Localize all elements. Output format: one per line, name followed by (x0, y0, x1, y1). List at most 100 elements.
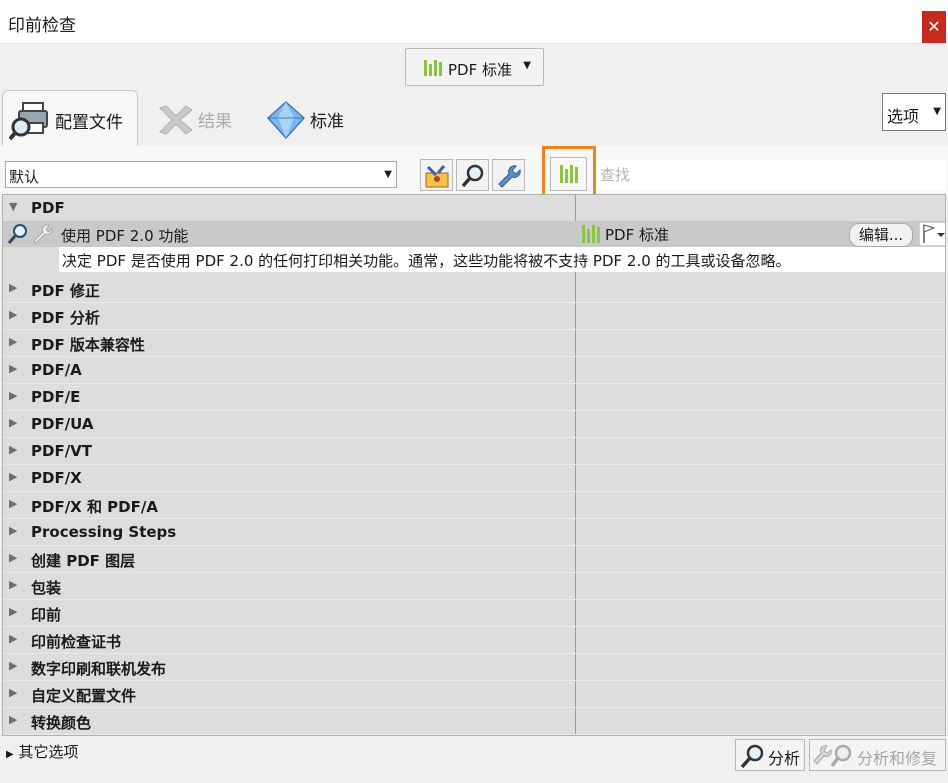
collapsed-triangle-icon[interactable]: ▶ (6, 749, 14, 760)
magnifier-icon (740, 744, 764, 769)
collapsed-triangle-icon[interactable]: ▶ (9, 281, 17, 294)
tree-group-label: 印前检查证书 (31, 633, 122, 651)
more-options-toggle[interactable]: ▶ 其它选项 (6, 741, 79, 762)
check-magnifier-icon (7, 224, 27, 244)
tree-group[interactable]: ▶ 转换颜色 (3, 708, 945, 735)
selected-check-row[interactable]: 使用 PDF 2.0 功能 PDF 标准 编辑... (3, 221, 945, 247)
more-options-label: 其它选项 (18, 743, 79, 761)
tree-group-label: PDF/A (31, 361, 82, 379)
tree-group[interactable]: ▶ PDF/X 和 PDF/A (3, 492, 945, 519)
tree-group-label: 创建 PDF 图层 (31, 552, 136, 570)
collapsed-triangle-icon[interactable]: ▶ (9, 632, 17, 645)
tree-group-label: 包装 (31, 579, 62, 597)
tree-group[interactable]: ▶ PDF/E (3, 384, 945, 411)
bottom-bar: ▶ 其它选项 分析 分析和修复 (0, 736, 948, 783)
collapsed-triangle-icon[interactable]: ▶ (9, 578, 17, 591)
check-name: 使用 PDF 2.0 功能 (61, 227, 189, 245)
tab-strip: 配置文件 结果 标准 (0, 86, 948, 146)
analyze-label: 分析 (768, 749, 801, 768)
tab-profiles-label: 配置文件 (55, 113, 123, 133)
standard-bars-icon (582, 225, 600, 243)
check-standard: PDF 标准 (605, 226, 669, 244)
tree-group-label: PDF 版本兼容性 (31, 336, 145, 354)
collapsed-triangle-icon[interactable]: ▶ (9, 497, 17, 510)
wrench-icon (498, 165, 521, 188)
collapsed-triangle-icon[interactable]: ▶ (9, 308, 17, 321)
expanded-triangle-icon[interactable]: ▼ (9, 200, 17, 213)
tab-standards[interactable]: 标准 (262, 90, 362, 146)
tree-group-label: PDF 分析 (31, 309, 100, 327)
options-label: 选项 (887, 107, 920, 126)
close-button[interactable]: ✕ (922, 11, 946, 43)
tree-group-label: PDF/X 和 PDF/A (31, 498, 158, 516)
chevron-down-icon: ▼ (523, 60, 531, 71)
close-icon[interactable]: ✕ (927, 17, 940, 36)
properties-button[interactable] (492, 159, 525, 191)
collapsed-triangle-icon[interactable]: ▶ (9, 605, 17, 618)
window-title: 印前检查 (8, 16, 76, 36)
collapsed-triangle-icon[interactable]: ▶ (9, 362, 17, 375)
collapsed-triangle-icon[interactable]: ▶ (9, 470, 17, 483)
tree-group[interactable]: ▶ 印前检查证书 (3, 627, 945, 654)
tree-group-label: PDF 修正 (31, 282, 100, 300)
tree-group[interactable]: ▶ 创建 PDF 图层 (3, 546, 945, 573)
edit-button[interactable]: 编辑... (849, 223, 913, 247)
tab-results-label: 结果 (198, 112, 232, 132)
pdf-standards-bars-icon (424, 60, 442, 76)
fixups-button[interactable] (420, 159, 453, 191)
tree-group[interactable]: ▶ PDF 版本兼容性 (3, 330, 945, 357)
collapsed-triangle-icon[interactable]: ▶ (9, 389, 17, 402)
collapsed-triangle-icon[interactable]: ▶ (9, 713, 17, 726)
collapsed-triangle-icon[interactable]: ▶ (9, 524, 17, 537)
results-icon (159, 105, 193, 135)
collapsed-triangle-icon[interactable]: ▶ (9, 335, 17, 348)
search-input[interactable] (596, 160, 946, 190)
options-select[interactable]: 选项 ▼ (882, 93, 946, 131)
tab-profiles[interactable]: 配置文件 (2, 90, 138, 146)
tree-group[interactable]: ▶ PDF/A (3, 357, 945, 384)
pdf-standard-dropdown[interactable]: PDF 标准 ▼ (405, 48, 544, 86)
tree-group-label: 印前 (31, 606, 62, 624)
profile-select[interactable]: 默认 ▼ (5, 161, 397, 188)
collapsed-triangle-icon[interactable]: ▶ (9, 443, 17, 456)
wrench-magnifier-icon (813, 744, 852, 768)
tree-group-pdf[interactable]: ▼ PDF (3, 195, 945, 222)
check-description: 决定 PDF 是否使用 PDF 2.0 的任何打印相关功能。通常，这些功能将被不… (59, 247, 945, 272)
tree-group[interactable]: ▶ PDF 修正 (3, 276, 945, 303)
tree-group-label: PDF/E (31, 388, 81, 406)
tree-group[interactable]: ▶ PDF/UA (3, 411, 945, 438)
tree-group-label: 自定义配置文件 (31, 687, 137, 705)
tree-group[interactable]: ▶ PDF/X (3, 465, 945, 492)
title-bar: 印前检查 ✕ (0, 0, 948, 44)
fixups-icon (425, 165, 449, 188)
collapsed-triangle-icon[interactable]: ▶ (9, 686, 17, 699)
collapsed-triangle-icon[interactable]: ▶ (9, 416, 17, 429)
tree-group-label: PDF/X (31, 469, 82, 487)
tree-group-label: Processing Steps (31, 523, 177, 541)
collapsed-triangle-icon[interactable]: ▶ (9, 551, 17, 564)
tree-group-label: PDF/VT (31, 442, 93, 460)
analyze-button[interactable]: 分析 (735, 739, 805, 771)
chevron-down-icon: ▼ (384, 169, 392, 180)
tree-group[interactable]: ▶ 印前 (3, 600, 945, 627)
tree-group[interactable]: ▶ 数字印刷和联机发布 (3, 654, 945, 681)
collapsed-triangle-icon[interactable]: ▶ (9, 659, 17, 672)
flag-icon[interactable] (919, 222, 946, 246)
tree-group-label: 数字印刷和联机发布 (31, 660, 167, 678)
checks-button[interactable] (456, 159, 489, 191)
profile-toolbar: 默认 ▼ (0, 146, 948, 204)
tree-group[interactable]: ▶ Processing Steps (3, 519, 945, 546)
tab-standards-label: 标准 (310, 112, 344, 132)
pdf-standard-label: PDF 标准 (448, 61, 512, 79)
checks-magnifier-icon (461, 164, 484, 188)
analyze-and-fix-label: 分析和修复 (857, 749, 938, 768)
tree-group[interactable]: ▶ PDF 分析 (3, 303, 945, 330)
tree-group[interactable]: ▶ 包装 (3, 573, 945, 600)
tree-group[interactable]: ▶ PDF/VT (3, 438, 945, 465)
analyze-and-fix-button[interactable]: 分析和修复 (809, 739, 946, 771)
tab-results[interactable]: 结果 (150, 90, 250, 146)
fixup-wrench-icon (33, 224, 53, 244)
tree-group[interactable]: ▶ 自定义配置文件 (3, 681, 945, 708)
profile-tree[interactable]: ▼ PDF 使用 PDF 2.0 功能 PDF 标准 编辑... 决定 PDF … (2, 194, 946, 736)
tree-group-label: PDF/UA (31, 415, 94, 433)
